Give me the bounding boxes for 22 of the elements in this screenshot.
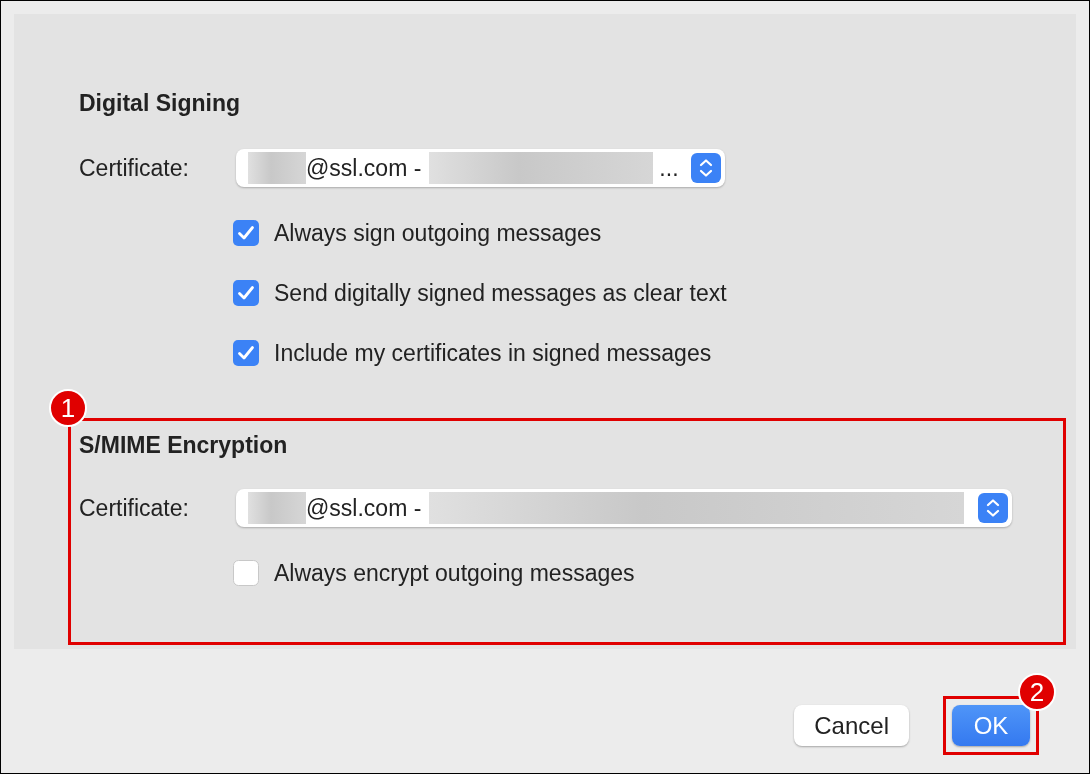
checkbox[interactable] xyxy=(233,280,259,306)
stepper-icon xyxy=(978,493,1008,523)
section-heading: Digital Signing xyxy=(79,89,241,117)
checkbox-label: Always encrypt outgoing messages xyxy=(274,559,635,587)
certificate-popup[interactable]: @ssl.com - xyxy=(236,489,1012,527)
callout-badge: 1 xyxy=(49,389,87,427)
checkbox-label: Always sign outgoing messages xyxy=(274,219,602,247)
checkbox-label: Send digitally signed messages as clear text xyxy=(274,279,727,307)
checkbox[interactable] xyxy=(233,340,259,366)
redacted-text xyxy=(248,492,306,524)
section-heading: S/MIME Encryption xyxy=(79,431,289,459)
field-label: Certificate: xyxy=(79,154,190,182)
checkbox[interactable] xyxy=(233,560,259,586)
callout-badge: 2 xyxy=(1018,673,1056,711)
ok-button[interactable]: OK xyxy=(952,705,1030,746)
redacted-text xyxy=(248,152,306,184)
checkbox-label: Include my certificates in signed messages xyxy=(274,339,712,367)
certificate-popup[interactable]: @ssl.com - ... xyxy=(236,149,725,187)
stepper-icon xyxy=(690,153,721,183)
cancel-button[interactable]: Cancel xyxy=(794,705,909,746)
field-label: Certificate: xyxy=(79,494,190,522)
checkbox[interactable] xyxy=(233,220,259,246)
